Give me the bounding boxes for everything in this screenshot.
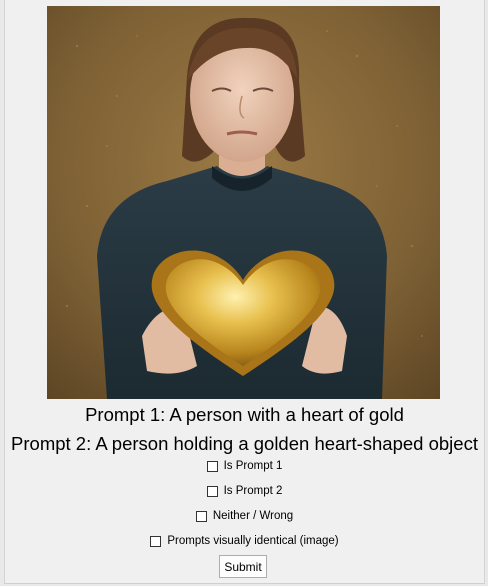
person-with-gold-heart-picture [47,6,440,399]
is-prompt-1-option[interactable]: Is Prompt 1 [5,460,484,472]
neither-wrong-checkbox[interactable] [195,510,207,522]
prompts-identical-checkbox[interactable] [150,535,162,547]
neither-wrong-option[interactable]: Neither / Wrong [5,510,484,522]
is-prompt-2-checkbox[interactable] [206,485,218,497]
prompt-1-text: Prompt 1: A person with a heart of gold [85,404,404,425]
is-prompt-1-label: Is Prompt 1 [223,460,283,472]
prompts-identical-option[interactable]: Prompts visually identical (image) [5,535,484,547]
prompt-2-text: Prompt 2: A person holding a golden hear… [11,433,478,454]
neither-wrong-label: Neither / Wrong [212,510,294,522]
is-prompt-2-label: Is Prompt 2 [223,485,283,497]
app-window: Prompt 1: A person with a heart of gold … [4,0,485,584]
submit-button[interactable]: Submit [219,555,267,578]
is-prompt-2-option[interactable]: Is Prompt 2 [5,485,484,497]
prompts-identical-label: Prompts visually identical (image) [167,535,339,547]
is-prompt-1-checkbox[interactable] [206,460,218,472]
generated-image [47,6,440,399]
